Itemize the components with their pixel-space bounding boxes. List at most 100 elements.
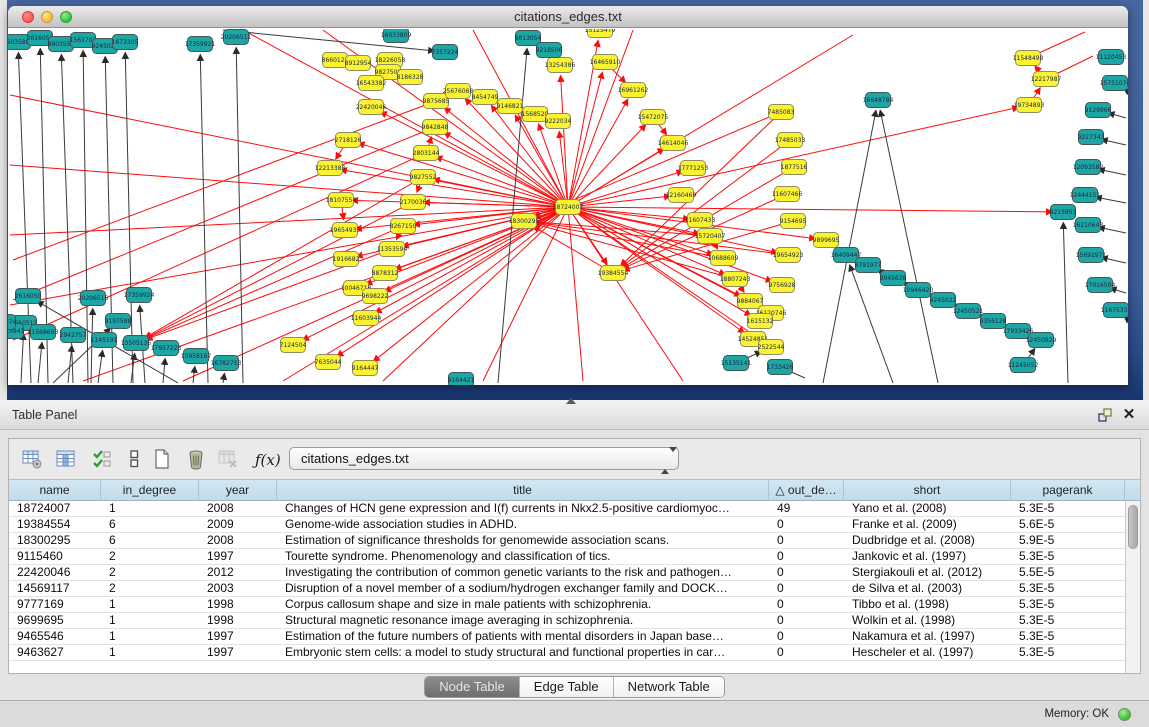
graph-node[interactable]: 9164447 bbox=[352, 361, 379, 376]
table-select-dropdown[interactable]: citations_edges.txt bbox=[289, 447, 679, 470]
graph-node[interactable]: 17957223 bbox=[151, 341, 182, 356]
graph-node[interactable]: 18807243 bbox=[720, 272, 751, 287]
table-row[interactable]: 1938455462009Genome-wide association stu… bbox=[9, 517, 1125, 533]
graph-node[interactable]: 19734893 bbox=[1014, 98, 1045, 113]
graph-node[interactable]: 13505135 bbox=[121, 336, 152, 351]
graph-node[interactable]: 2170036 bbox=[400, 195, 427, 210]
row-height-icon[interactable] bbox=[123, 448, 147, 472]
graph-node[interactable]: 9756928 bbox=[769, 278, 796, 293]
graph-node[interactable]: 1877516 bbox=[781, 160, 808, 175]
graph-node[interactable]: 20206511 bbox=[221, 30, 252, 45]
table-row[interactable]: 946554611997Estimation of the future num… bbox=[9, 629, 1125, 645]
graph-node[interactable]: 2942757 bbox=[60, 328, 87, 343]
tab-node-table[interactable]: Node Table bbox=[425, 677, 520, 697]
graph-node[interactable]: 22420046 bbox=[356, 100, 387, 115]
graph-node[interactable]: 18300295 bbox=[509, 214, 540, 229]
graph-node[interactable]: 8267150 bbox=[390, 219, 417, 234]
graph-node[interactable]: 10688609 bbox=[708, 251, 739, 266]
graph-node[interactable]: 9356128 bbox=[980, 314, 1007, 329]
graph-node[interactable]: 9227343 bbox=[1078, 130, 1105, 145]
graph-node[interactable]: 2803144 bbox=[413, 146, 440, 161]
column-header-in_degree[interactable]: in_degree bbox=[101, 480, 199, 501]
graph-node[interactable]: 1145191 bbox=[91, 333, 118, 348]
graph-node[interactable]: 12450521 bbox=[953, 304, 984, 319]
graph-node[interactable]: 20206516 bbox=[78, 291, 109, 306]
graph-node[interactable]: 16543382 bbox=[356, 76, 387, 91]
graph-node[interactable]: 8878312 bbox=[372, 266, 399, 281]
graph-node[interactable]: 9164421 bbox=[448, 373, 475, 386]
graph-node[interactable]: 17485033 bbox=[775, 133, 806, 148]
delete-table-icon[interactable] bbox=[217, 448, 241, 472]
graph-node[interactable]: 2522544 bbox=[758, 340, 785, 355]
graph-node[interactable]: 10946420 bbox=[903, 283, 934, 298]
graph-node[interactable]: 2616050 bbox=[15, 289, 42, 304]
graph-node[interactable]: 17359921 bbox=[185, 37, 216, 52]
graph-node[interactable]: 9842848 bbox=[422, 120, 449, 135]
graph-node[interactable]: 12450929 bbox=[1026, 333, 1057, 348]
graph-node[interactable]: 17016504 bbox=[1085, 278, 1116, 293]
graph-node[interactable]: 9129966 bbox=[1085, 103, 1112, 118]
function-builder-icon[interactable]: ƒ(x) bbox=[255, 448, 289, 472]
graph-node[interactable]: 11353594 bbox=[377, 242, 408, 257]
graph-node[interactable]: 9899695 bbox=[813, 233, 840, 248]
graph-node[interactable]: 11548498 bbox=[1013, 51, 1044, 66]
graph-node[interactable]: 16210643 bbox=[1073, 218, 1104, 233]
graph-node[interactable]: 11603944 bbox=[351, 311, 382, 326]
graph-node[interactable]: 7124504 bbox=[280, 338, 307, 353]
table-row[interactable]: 1456911722003Disruption of a novel membe… bbox=[9, 581, 1125, 597]
graph-node[interactable]: 11568693 bbox=[28, 325, 59, 340]
column-header-short[interactable]: short bbox=[844, 480, 1011, 501]
graph-node[interactable]: 12217987 bbox=[1031, 72, 1062, 87]
graph-node[interactable]: 1673305 bbox=[112, 35, 139, 50]
column-header-title[interactable]: title bbox=[277, 480, 769, 501]
table-settings-icon[interactable] bbox=[21, 448, 45, 472]
graph-node[interactable]: 13254386 bbox=[545, 58, 576, 73]
close-panel-icon[interactable]: ✕ bbox=[1121, 404, 1137, 426]
graph-node[interactable]: 1916682 bbox=[333, 252, 360, 267]
graph-node[interactable]: 2718126 bbox=[335, 133, 362, 148]
graph-node[interactable]: 16033809 bbox=[381, 29, 412, 43]
graph-node[interactable]: 19654923 bbox=[773, 248, 804, 263]
graph-node[interactable]: 15751074 bbox=[1100, 76, 1128, 91]
table-row[interactable]: 2242004622012Investigating the contribut… bbox=[9, 565, 1125, 581]
select-columns-icon[interactable] bbox=[91, 448, 115, 472]
new-column-icon[interactable] bbox=[151, 448, 175, 472]
split-pane-handle-icon[interactable] bbox=[566, 398, 576, 404]
graph-node[interactable]: 11607466 bbox=[772, 187, 803, 202]
column-visibility-icon[interactable] bbox=[55, 448, 79, 472]
graph-node[interactable]: 17771253 bbox=[678, 161, 709, 176]
graph-node[interactable]: 9827552 bbox=[410, 170, 437, 185]
table-row[interactable]: 1830029562008Estimation of significance … bbox=[9, 533, 1125, 549]
graph-node[interactable]: 12093582 bbox=[1073, 160, 1104, 175]
column-header-year[interactable]: year bbox=[199, 480, 277, 501]
graph-node[interactable]: 16961262 bbox=[618, 83, 649, 98]
graph-node[interactable]: 25676068 bbox=[443, 84, 474, 99]
graph-node[interactable]: 1615132 bbox=[747, 314, 774, 329]
graph-node[interactable]: 15720407 bbox=[695, 229, 726, 244]
graph-node[interactable]: 18724007 bbox=[553, 200, 584, 215]
graph-node[interactable]: 11607433 bbox=[685, 213, 716, 228]
delete-column-icon[interactable] bbox=[185, 448, 209, 472]
graph-node[interactable]: 8215953 bbox=[1050, 205, 1077, 220]
graph-node[interactable]: 11245052 bbox=[1008, 358, 1039, 373]
graph-node[interactable]: 8186328 bbox=[397, 70, 424, 85]
column-header-out_de[interactable]: △ out_de… bbox=[769, 480, 844, 501]
graph-node[interactable]: 12213383 bbox=[315, 161, 346, 176]
graph-node[interactable]: 9245022 bbox=[930, 293, 957, 308]
table-row[interactable]: 1872400712008Changes of HCN gene express… bbox=[9, 501, 1125, 517]
graph-node[interactable]: 19384554 bbox=[598, 266, 629, 281]
table-scrollbar-thumb[interactable] bbox=[1128, 505, 1138, 549]
graph-node[interactable]: 9222034 bbox=[545, 114, 572, 129]
graph-node[interactable]: 8813074 bbox=[8, 315, 17, 330]
tab-edge-table[interactable]: Edge Table bbox=[520, 677, 614, 697]
graph-node[interactable]: 15472075 bbox=[638, 110, 669, 125]
graph-node[interactable]: 16465910 bbox=[590, 55, 621, 70]
graph-node[interactable]: 9197588 bbox=[105, 314, 132, 329]
graph-node[interactable]: 12444151 bbox=[1070, 188, 1101, 203]
graph-node[interactable]: 11120453 bbox=[1096, 50, 1127, 65]
table-row[interactable]: 911546021997Tourette syndrome. Phenomeno… bbox=[9, 549, 1125, 565]
graph-node[interactable]: 13958167 bbox=[181, 349, 212, 364]
graph-node[interactable]: 17359924 bbox=[124, 288, 155, 303]
table-row[interactable]: 977716911998Corpus callosum shape and si… bbox=[9, 597, 1125, 613]
graph-node[interactable]: 9146821 bbox=[497, 99, 524, 114]
